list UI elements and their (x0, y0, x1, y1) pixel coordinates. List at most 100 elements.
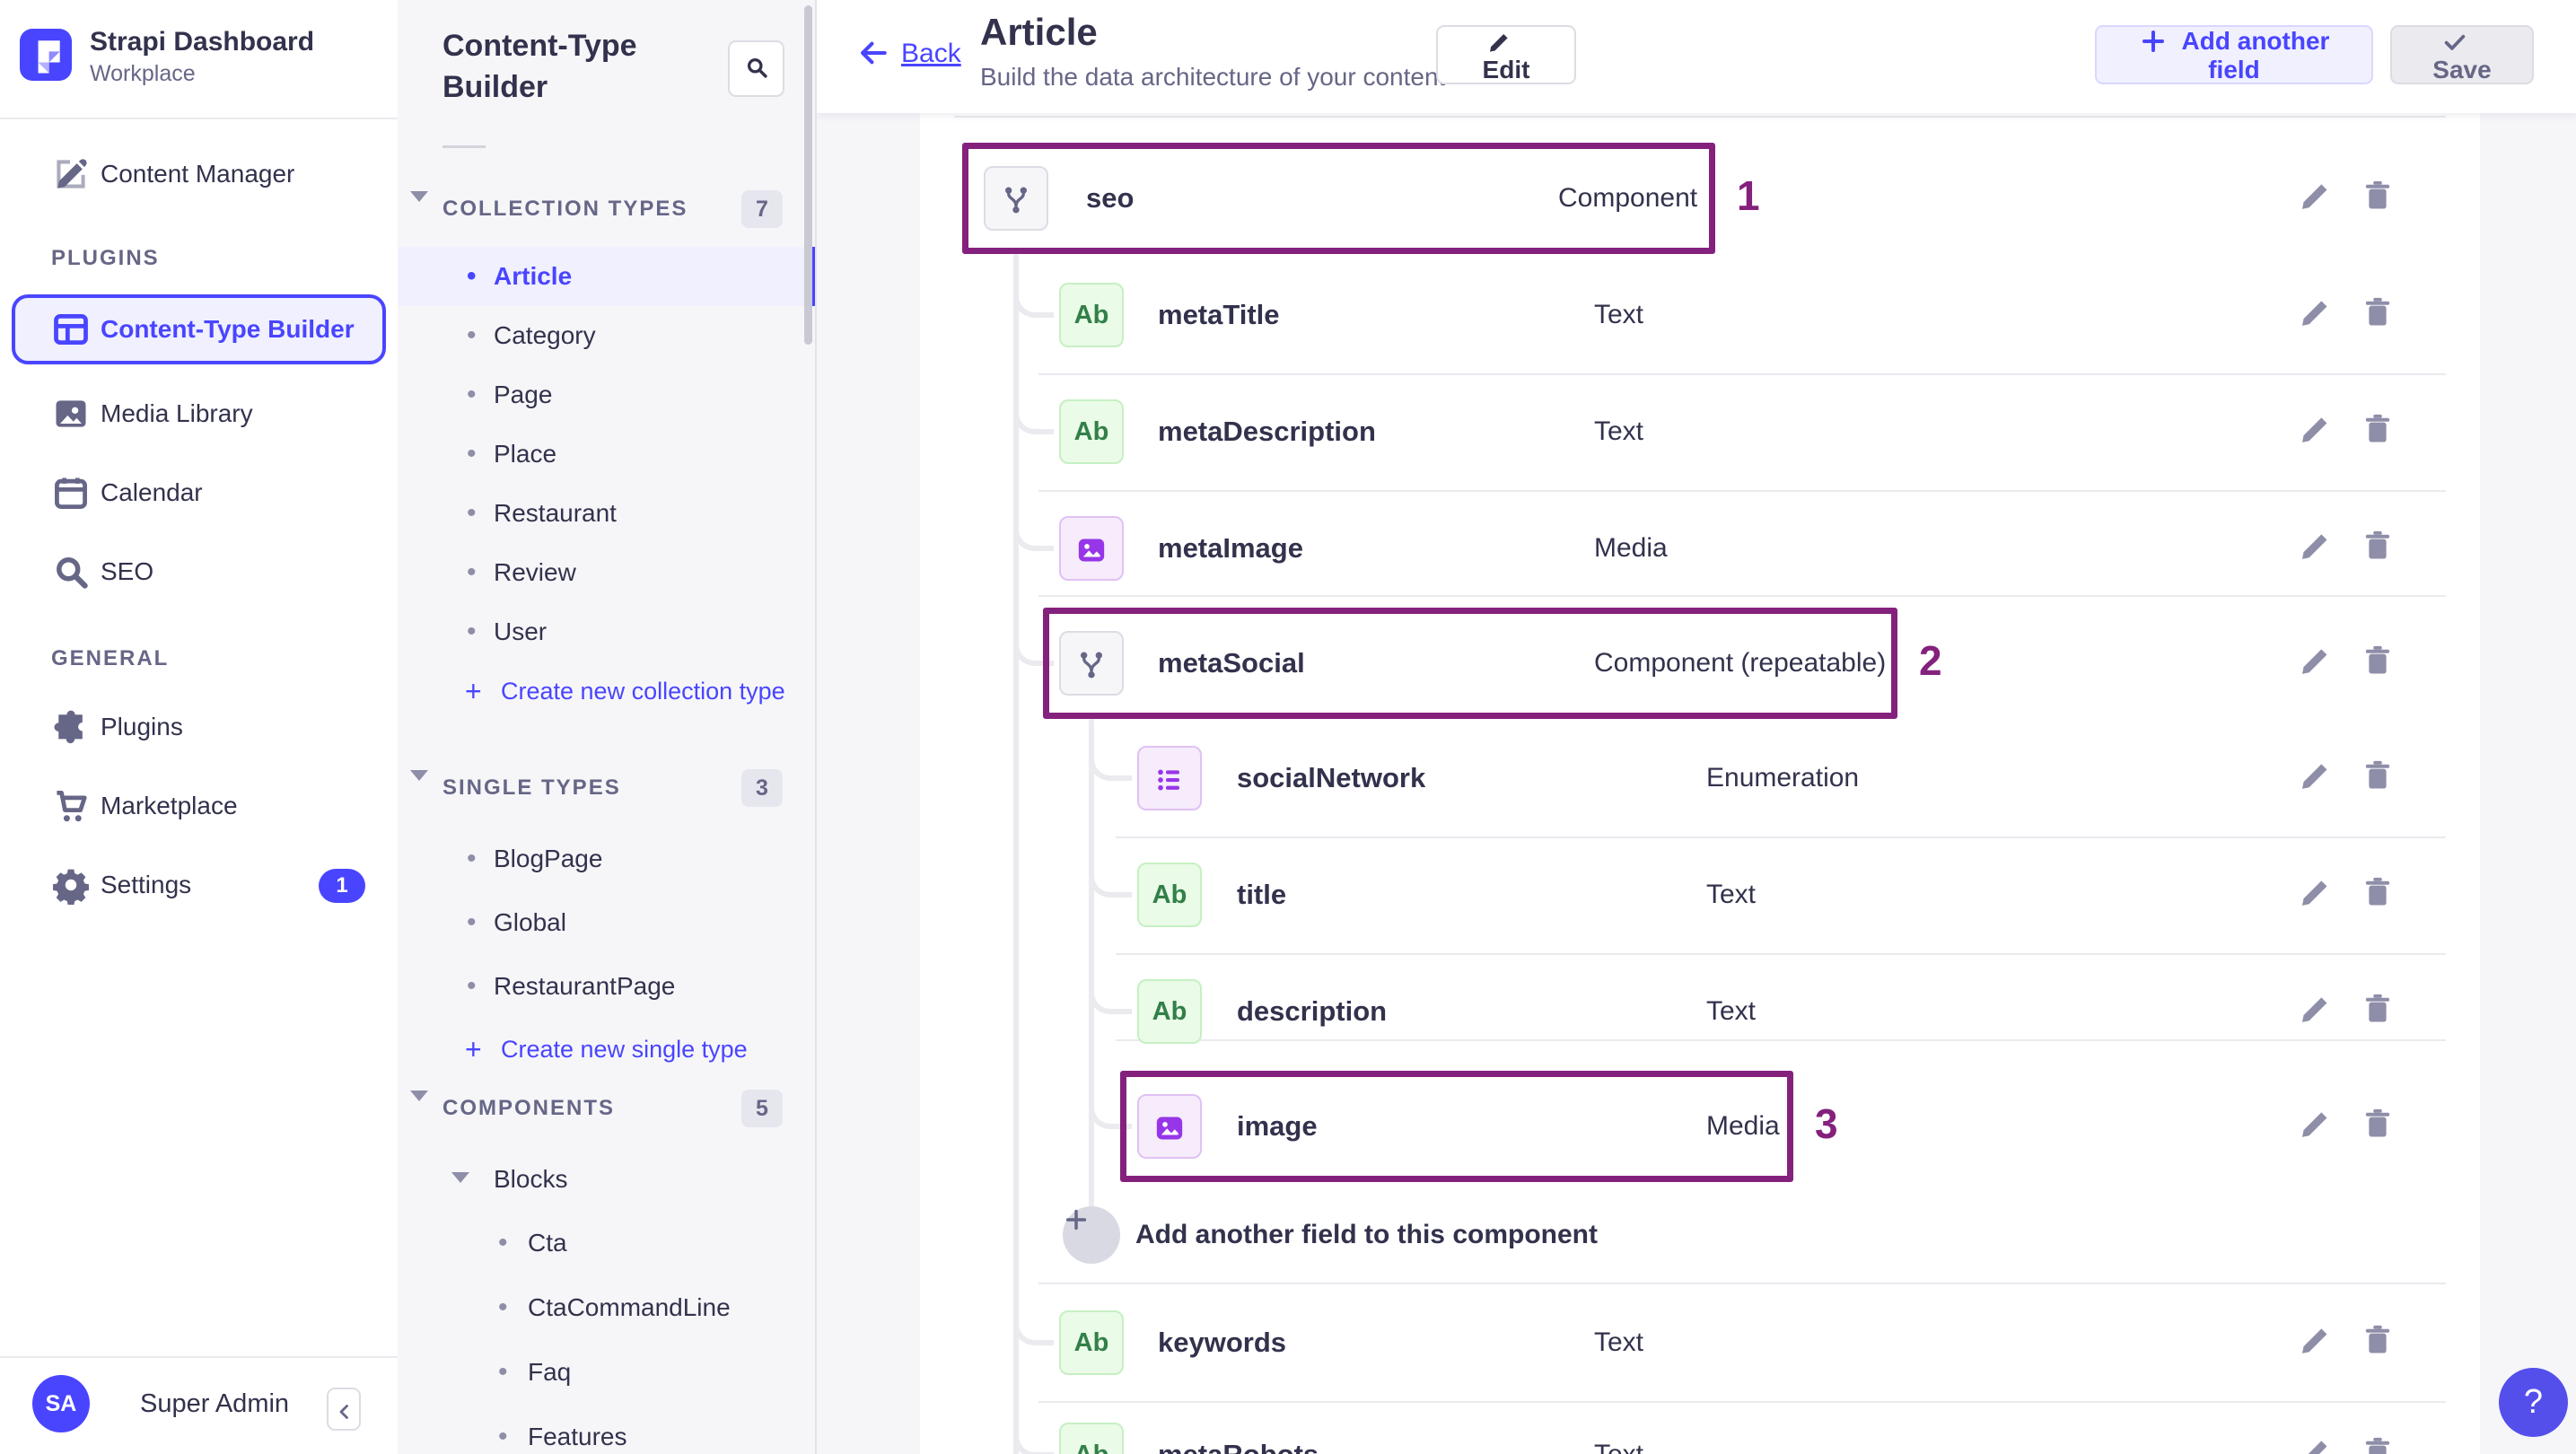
image-icon (51, 394, 91, 438)
edit-field-button[interactable] (2296, 873, 2339, 916)
field-type: Media (1594, 533, 1668, 563)
delete-field-button[interactable] (2359, 757, 2402, 800)
field-row-image: image Media (920, 1071, 2480, 1182)
bullet-icon: • (498, 1357, 508, 1387)
annotation-number: 3 (1815, 1100, 1838, 1147)
subnav-item-global[interactable]: • Global (398, 890, 815, 954)
back-link[interactable]: Back (856, 36, 961, 70)
subnav-item-restaurant[interactable]: • Restaurant (398, 484, 815, 543)
delete-field-button[interactable] (2359, 293, 2402, 337)
sidebar-item-label: Settings (101, 871, 192, 898)
field-row-keywords: Ab keywords Text (920, 1287, 2480, 1398)
sidebar-item-content-type-builder[interactable]: Content-Type Builder (12, 294, 386, 364)
delete-field-button[interactable] (2359, 177, 2402, 220)
back-label: Back (901, 39, 961, 68)
help-button[interactable]: ? (2499, 1368, 2568, 1437)
edit-field-button[interactable] (2296, 990, 2339, 1033)
subnav-item-label: CtaCommandLine (528, 1293, 731, 1321)
sidebar-item-marketplace[interactable]: Marketplace (0, 776, 398, 836)
subnav-item-page[interactable]: • Page (398, 365, 815, 425)
annotation-number: 1 (1737, 172, 1760, 219)
sidebar-item-calendar[interactable]: Calendar (0, 463, 398, 522)
user-avatar[interactable]: SA (32, 1375, 90, 1432)
subnav-item-cta[interactable]: • Cta (398, 1211, 815, 1275)
edit-field-button[interactable] (2296, 527, 2339, 570)
text-field-type-icon: Ab (1059, 283, 1124, 347)
subnav-item-user[interactable]: • User (398, 602, 815, 661)
collapse-sidebar-button[interactable] (327, 1388, 361, 1431)
create-new-link[interactable]: + Create new single type (398, 1018, 815, 1082)
subnav-item-blogpage[interactable]: • BlogPage (398, 827, 815, 890)
edit-field-button[interactable] (2296, 1321, 2339, 1364)
delete-field-button[interactable] (2359, 1433, 2402, 1454)
field-name: keywords (1158, 1327, 1287, 1358)
component-field-type-icon (984, 166, 1048, 231)
sidebar-item-settings[interactable]: Settings 1 (0, 855, 398, 915)
edit-field-button[interactable] (2296, 1433, 2339, 1454)
delete-field-button[interactable] (2359, 1105, 2402, 1148)
edit-button[interactable]: Edit (1436, 25, 1576, 84)
subnav-item-category[interactable]: • Category (398, 306, 815, 365)
field-type: Text (1594, 416, 1644, 446)
user-name: Super Admin (140, 1389, 290, 1418)
delete-field-button[interactable] (2359, 642, 2402, 685)
add-field-label: Add another field (2181, 27, 2330, 83)
row-divider (1116, 836, 2446, 838)
delete-field-button[interactable] (2359, 873, 2402, 916)
subnav-item-article[interactable]: • Article (398, 247, 815, 306)
edit-field-button[interactable] (2296, 177, 2339, 220)
row-divider (1038, 490, 2446, 492)
edit-field-button[interactable] (2296, 757, 2339, 800)
subnav-item-features[interactable]: • Features (398, 1405, 815, 1454)
search-button[interactable] (728, 40, 784, 97)
sidebar-item-seo[interactable]: SEO (0, 542, 398, 601)
field-type: Text (1706, 880, 1757, 909)
field-name: image (1237, 1110, 1318, 1142)
field-row-seo: seo Component (920, 143, 2480, 254)
section-header-single-types[interactable]: SINGLE TYPES 3 (398, 767, 815, 809)
section-header-collection-types[interactable]: COLLECTION TYPES 7 (398, 188, 815, 230)
subnav-item-faq[interactable]: • Faq (398, 1340, 815, 1405)
delete-field-button[interactable] (2359, 527, 2402, 570)
trash-icon (2365, 180, 2390, 209)
workspace-brand[interactable]: Strapi Dashboard Workplace (0, 0, 398, 119)
add-field-to-component-button[interactable] (1063, 1206, 1120, 1264)
bullet-icon: • (498, 1422, 508, 1451)
delete-field-button[interactable] (2359, 410, 2402, 453)
add-field-row: Add another field to this component (920, 1179, 2480, 1291)
delete-field-button[interactable] (2359, 990, 2402, 1033)
media-field-type-icon (1137, 1094, 1202, 1159)
subnav-item-review[interactable]: • Review (398, 543, 815, 602)
section-header-components[interactable]: COMPONENTS 5 (398, 1088, 815, 1129)
subnav-item-ctacommandline[interactable]: • CtaCommandLine (398, 1275, 815, 1340)
delete-field-button[interactable] (2359, 1321, 2402, 1364)
subnav-item-restaurantpage[interactable]: • RestaurantPage (398, 954, 815, 1018)
create-new-link[interactable]: + Create new collection type (398, 661, 815, 721)
panel-scrollbar-thumb[interactable] (804, 5, 812, 345)
component-category-blocks[interactable]: Blocks (398, 1147, 815, 1211)
field-row-metaDescription: Ab metaDescription Text (920, 376, 2480, 487)
section-count-badge: 3 (741, 769, 783, 807)
chevron-left-icon (339, 1405, 348, 1419)
save-button[interactable]: Save (2390, 25, 2534, 84)
edit-field-button[interactable] (2296, 410, 2339, 453)
annotation-number: 2 (1919, 637, 1942, 684)
sidebar-item-plugins[interactable]: Plugins (0, 697, 398, 757)
edit-field-button[interactable] (2296, 642, 2339, 685)
sidebar-item-media-library[interactable]: Media Library (0, 384, 398, 443)
edit-field-button[interactable] (2296, 1105, 2339, 1148)
add-another-field-button[interactable]: Add another field (2095, 25, 2373, 84)
sidebar-item-label: Media Library (101, 399, 253, 427)
action-label: Create new single type (501, 1036, 748, 1063)
plus-icon (2142, 31, 2164, 52)
enumeration-field-icon (1158, 769, 1179, 791)
bullet-icon: • (498, 1228, 508, 1257)
subnav-item-place[interactable]: • Place (398, 425, 815, 484)
subnav-item-label: BlogPage (494, 845, 603, 872)
pencil-icon (2302, 301, 2327, 326)
edit-field-button[interactable] (2296, 293, 2339, 337)
field-name: socialNetwork (1237, 762, 1426, 793)
field-name: metaTitle (1158, 299, 1280, 330)
sidebar-item-content-manager[interactable]: Content Manager (0, 145, 398, 204)
subnav-item-label: Faq (528, 1358, 572, 1386)
